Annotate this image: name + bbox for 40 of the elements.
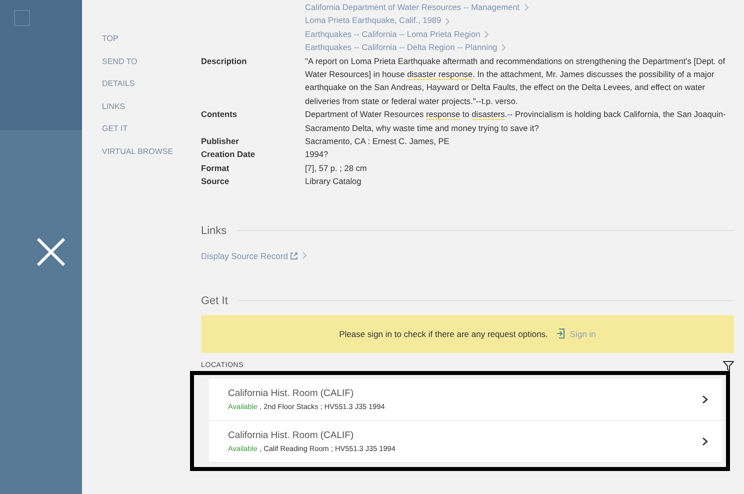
field-value: Department of Water Resources response to disasters.-- Provincialism is holding back California, the San Joaquin-Sacramento Delta, why waste time and money trying to save it?	[305, 108, 727, 135]
field-value: 1994?	[305, 148, 330, 162]
chevron-right-icon	[445, 18, 450, 25]
field-label: Publisher	[201, 135, 240, 148]
field-label: Source	[201, 175, 230, 188]
chevron-right-icon	[484, 31, 490, 38]
nav-link[interactable]: SEND TO	[102, 56, 184, 68]
field-value: [7], 57 p. ; 28 cm	[305, 162, 368, 175]
field-value: "A report on Loma Prieta Earthquake aftermath and recommendations on strengthening the Department's [Dept. of Water Resources] in house disaster response. In the attachment, Mr. James discusses the possibility of a major earthquake on the San Andreas, Hayward or Delta Faults, the effect on the Delta Levees, and effect on water deliveries from state or federal water projects."--t.p. verso.	[305, 54, 726, 108]
field-label: Format	[201, 162, 230, 175]
external-link-icon	[290, 252, 298, 260]
filter-icon[interactable]	[723, 360, 734, 371]
field-value: Sacramento, CA : Ernest C. James, PE	[305, 135, 450, 148]
field-value: Library Catalog	[305, 175, 362, 188]
nav-link[interactable]: DETAILS	[102, 78, 184, 90]
subject-link[interactable]: Loma Prieta Earthquake, Calif., 1989	[305, 14, 442, 28]
subject-link[interactable]: Earthquakes -- California -- Delta Region -- Planning	[305, 41, 498, 55]
section-heading: Links	[201, 224, 227, 237]
chevron-right-icon	[524, 4, 529, 12]
nav-link[interactable]: VIRTUAL BROWSE	[102, 146, 184, 158]
subject-link[interactable]: California Department of Water Resources -- Management	[305, 1, 520, 14]
chevron-right-icon	[702, 436, 708, 446]
sign-in-icon	[556, 328, 565, 340]
subject-link[interactable]: Earthquakes -- California -- Loma Prieta Region	[305, 28, 480, 42]
field-label: Creation Date	[201, 148, 256, 162]
location-name: California Hist. Room (CALIF)	[228, 388, 355, 399]
chevron-right-icon	[302, 252, 307, 260]
nav-link[interactable]: GET IT	[102, 123, 184, 135]
nav-link[interactable]: LINKS	[102, 100, 184, 112]
chevron-right-icon	[501, 44, 506, 52]
banner-message: Please sign in to check if there are any request options.	[339, 328, 548, 339]
sign-in-link[interactable]: Sign in	[556, 328, 596, 340]
close-icon[interactable]	[36, 237, 66, 267]
source-record-link[interactable]: Display Source Record	[201, 250, 288, 261]
section-heading: Get It	[201, 294, 228, 307]
nav-link[interactable]: TOP	[102, 33, 184, 45]
location-name: California Hist. Room (CALIF)	[228, 430, 355, 441]
field-label: Description	[201, 54, 248, 68]
chevron-right-icon	[702, 394, 708, 404]
field-label: Contents	[201, 108, 238, 122]
